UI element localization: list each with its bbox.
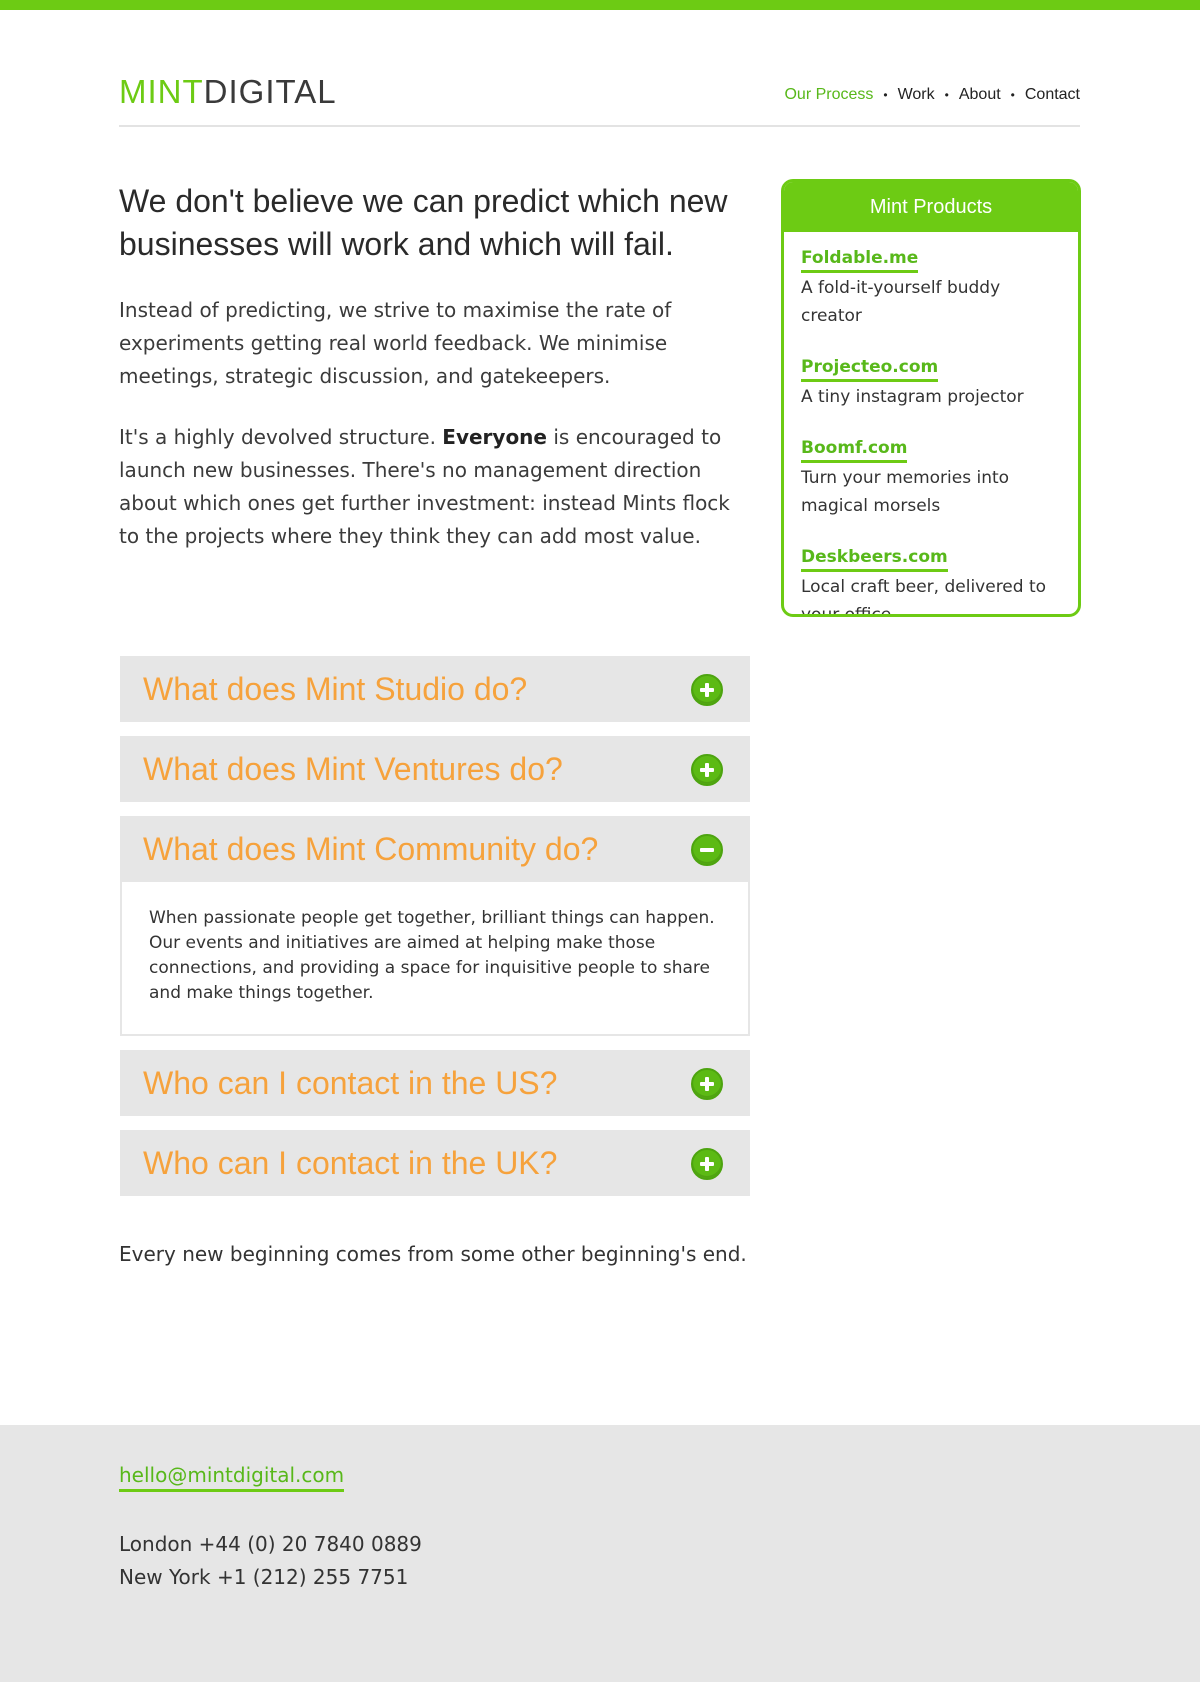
- newyork-phone: New York +1 (212) 255 7751: [119, 1565, 409, 1589]
- nav-separator: •: [883, 88, 888, 102]
- faq-accordion: What does Mint Studio do? What does Mint…: [120, 656, 750, 1210]
- accordion-header-mint-community[interactable]: What does Mint Community do?: [120, 816, 750, 882]
- product-list: Foldable.me A fold-it-yourself buddy cre…: [784, 232, 1078, 617]
- structure-text-bold: Everyone: [442, 425, 547, 449]
- plus-icon[interactable]: [691, 674, 723, 706]
- accordion-title: Who can I contact in the UK?: [143, 1145, 558, 1181]
- product-link-boomf[interactable]: Boomf.com: [801, 437, 908, 463]
- plus-icon[interactable]: [691, 1068, 723, 1100]
- accordion-title: What does Mint Community do?: [143, 831, 599, 867]
- main-nav: Our Process • Work • About • Contact: [784, 86, 1080, 104]
- nav-separator: •: [944, 88, 949, 102]
- accordion-title: Who can I contact in the US?: [143, 1065, 558, 1101]
- accordion-item: What does Mint Studio do?: [120, 656, 750, 722]
- product-link-foldable[interactable]: Foldable.me: [801, 247, 919, 273]
- accordion-item: Who can I contact in the US?: [120, 1050, 750, 1116]
- accordion-item: What does Mint Ventures do?: [120, 736, 750, 802]
- page-headline: We don't believe we can predict which ne…: [119, 183, 728, 262]
- accordion-title: What does Mint Studio do?: [143, 671, 528, 707]
- nav-work[interactable]: Work: [898, 86, 935, 104]
- product-item: Boomf.com Turn your memories into magica…: [801, 437, 1061, 520]
- accordion-header-mint-ventures[interactable]: What does Mint Ventures do?: [120, 736, 750, 802]
- logo-mint-text: MINT: [119, 73, 204, 110]
- accordion-title: What does Mint Ventures do?: [143, 751, 563, 787]
- product-description: Local craft beer, delivered to your offi…: [801, 577, 1047, 617]
- closing-quote: Every new beginning comes from some othe…: [119, 1242, 747, 1266]
- nav-separator: •: [1010, 88, 1015, 102]
- mint-products-box: Mint Products Foldable.me A fold-it-your…: [781, 179, 1081, 617]
- product-description: A fold-it-yourself buddy creator: [801, 278, 1001, 326]
- accordion-body-mint-community: When passionate people get together, bri…: [120, 882, 750, 1036]
- accordion-item: Who can I contact in the UK?: [120, 1130, 750, 1196]
- plus-icon[interactable]: [691, 1148, 723, 1180]
- product-description: Turn your memories into magical morsels: [801, 468, 1010, 516]
- accordion-item: What does Mint Community do? When passio…: [120, 816, 750, 1036]
- intro-paragraph: Instead of predicting, we strive to maxi…: [119, 298, 672, 388]
- structure-paragraph: It's a highly devolved structure. Everyo…: [119, 421, 751, 553]
- footer-phones: London +44 (0) 20 7840 0889 New York +1 …: [119, 1528, 422, 1594]
- top-accent-bar: [0, 0, 1200, 10]
- accordion-header-mint-studio[interactable]: What does Mint Studio do?: [120, 656, 750, 722]
- product-item: Deskbeers.com Local craft beer, delivere…: [801, 546, 1061, 617]
- nav-about[interactable]: About: [959, 86, 1001, 104]
- product-description: A tiny instagram projector: [801, 387, 1024, 407]
- accordion-header-contact-us[interactable]: Who can I contact in the US?: [120, 1050, 750, 1116]
- nav-our-process[interactable]: Our Process: [784, 86, 873, 104]
- mint-products-title: Mint Products: [784, 182, 1078, 232]
- logo-digital-text: DIGITAL: [203, 73, 337, 110]
- nav-contact[interactable]: Contact: [1025, 86, 1080, 104]
- main-content: We don't believe we can predict which ne…: [119, 180, 751, 553]
- footer-email-link[interactable]: hello@mintdigital.com: [119, 1463, 345, 1492]
- minus-icon[interactable]: [691, 834, 723, 866]
- site-logo[interactable]: MINTDIGITAL: [119, 72, 337, 112]
- site-header: MINTDIGITAL Our Process • Work • About •…: [119, 72, 1080, 127]
- site-footer: hello@mintdigital.com London +44 (0) 20 …: [0, 1425, 1200, 1682]
- product-item: Foldable.me A fold-it-yourself buddy cre…: [801, 247, 1061, 330]
- accordion-header-contact-uk[interactable]: Who can I contact in the UK?: [120, 1130, 750, 1196]
- product-item: Projecteo.com A tiny instagram projector: [801, 356, 1061, 411]
- plus-icon[interactable]: [691, 754, 723, 786]
- product-link-deskbeers[interactable]: Deskbeers.com: [801, 546, 948, 572]
- structure-text-before: It's a highly devolved structure.: [119, 425, 443, 449]
- london-phone: London +44 (0) 20 7840 0889: [119, 1532, 422, 1556]
- product-link-projecteo[interactable]: Projecteo.com: [801, 356, 939, 382]
